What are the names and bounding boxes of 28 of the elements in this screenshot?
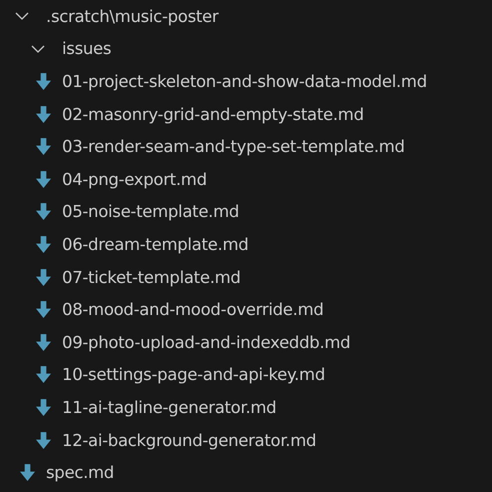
file-item[interactable]: 02-masonry-grid-and-empty-state.md xyxy=(62,104,364,124)
file-item[interactable]: 07-ticket-template.md xyxy=(62,268,241,287)
down-arrow-icon xyxy=(36,203,51,220)
file-item[interactable]: 12-ai-background-generator.md xyxy=(62,430,316,450)
down-arrow-icon xyxy=(36,106,51,123)
folder-item[interactable]: issues xyxy=(62,39,112,58)
down-arrow-icon xyxy=(36,236,51,253)
file-item[interactable]: 09-photo-upload-and-indexeddb.md xyxy=(62,332,350,352)
file-item[interactable]: 03-render-seam-and-type-set-template.md xyxy=(62,137,405,156)
down-arrow-icon xyxy=(36,72,51,90)
down-arrow-icon xyxy=(36,170,51,188)
down-arrow-icon xyxy=(20,464,35,482)
file-item[interactable]: 05-noise-template.md xyxy=(62,202,240,222)
down-arrow-icon xyxy=(36,268,51,286)
down-arrow-icon xyxy=(36,398,51,416)
file-item[interactable]: 08-mood-and-mood-override.md xyxy=(62,300,324,320)
file-item[interactable]: 01-project-skeleton-and-show-data-model.md xyxy=(62,72,427,91)
file-item[interactable]: 10-settings-page-and-api-key.md xyxy=(62,365,326,384)
down-arrow-icon xyxy=(36,301,51,318)
file-item[interactable]: 04-png-export.md xyxy=(62,170,207,189)
file-item[interactable]: 06-dream-template.md xyxy=(62,234,248,254)
down-arrow-icon xyxy=(36,366,51,384)
file-item[interactable]: spec.md xyxy=(46,463,114,482)
down-arrow-icon xyxy=(36,432,51,449)
down-arrow-icon xyxy=(36,138,51,156)
folder-item[interactable]: .scratch\music-poster xyxy=(46,6,218,26)
file-item[interactable]: 11-ai-tagline-generator.md xyxy=(62,398,276,417)
down-arrow-icon xyxy=(36,334,51,351)
